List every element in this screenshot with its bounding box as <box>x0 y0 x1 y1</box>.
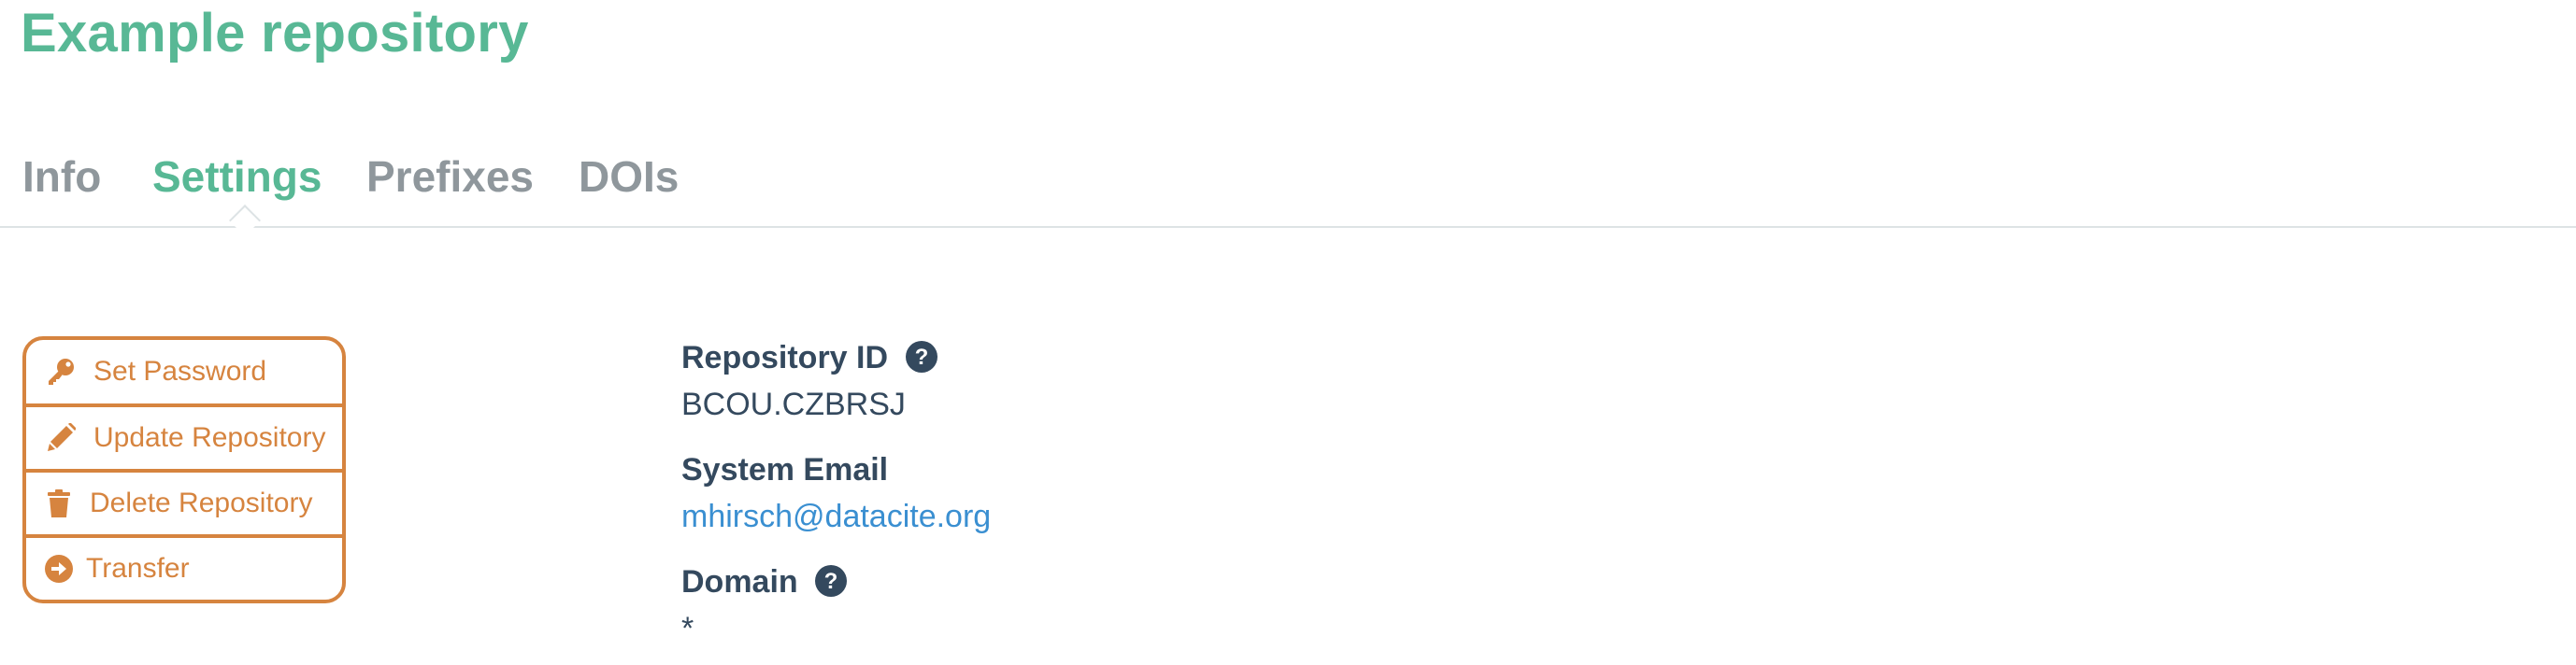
actions-menu: Set Password Update Repository Delete Re… <box>22 336 346 603</box>
update-repository-button[interactable]: Update Repository <box>26 403 342 469</box>
page-title: Example repository <box>21 3 529 64</box>
tab-settings[interactable]: Settings <box>152 151 322 202</box>
set-password-button[interactable]: Set Password <box>26 340 342 403</box>
repository-id-label: Repository ID ? <box>681 340 938 376</box>
tab-info[interactable]: Info <box>22 151 101 202</box>
transfer-label: Transfer <box>86 553 190 584</box>
system-email-link[interactable]: mhirsch@datacite.org <box>681 499 991 535</box>
tab-dois[interactable]: DOIs <box>579 151 679 202</box>
tab-bar: Info Settings Prefixes DOIs <box>0 140 2576 228</box>
repository-id-value: BCOU.CZBRSJ <box>681 387 906 422</box>
system-email-label: System Email <box>681 452 889 488</box>
pencil-icon <box>45 422 77 454</box>
delete-repository-label: Delete Repository <box>90 488 313 518</box>
set-password-label: Set Password <box>93 356 267 387</box>
svg-text:?: ? <box>914 345 928 370</box>
question-circle-icon[interactable]: ? <box>814 564 848 598</box>
domain-value: * <box>681 611 694 646</box>
key-icon <box>45 356 77 388</box>
domain-label: Domain ? <box>681 564 848 601</box>
arrow-circle-right-icon <box>43 553 75 585</box>
transfer-button[interactable]: Transfer <box>26 534 342 600</box>
delete-repository-button[interactable]: Delete Repository <box>26 469 342 534</box>
question-circle-icon[interactable]: ? <box>905 340 938 374</box>
update-repository-label: Update Repository <box>93 422 326 453</box>
trash-icon <box>43 488 75 519</box>
tab-prefixes[interactable]: Prefixes <box>366 151 534 202</box>
svg-text:?: ? <box>824 569 838 594</box>
